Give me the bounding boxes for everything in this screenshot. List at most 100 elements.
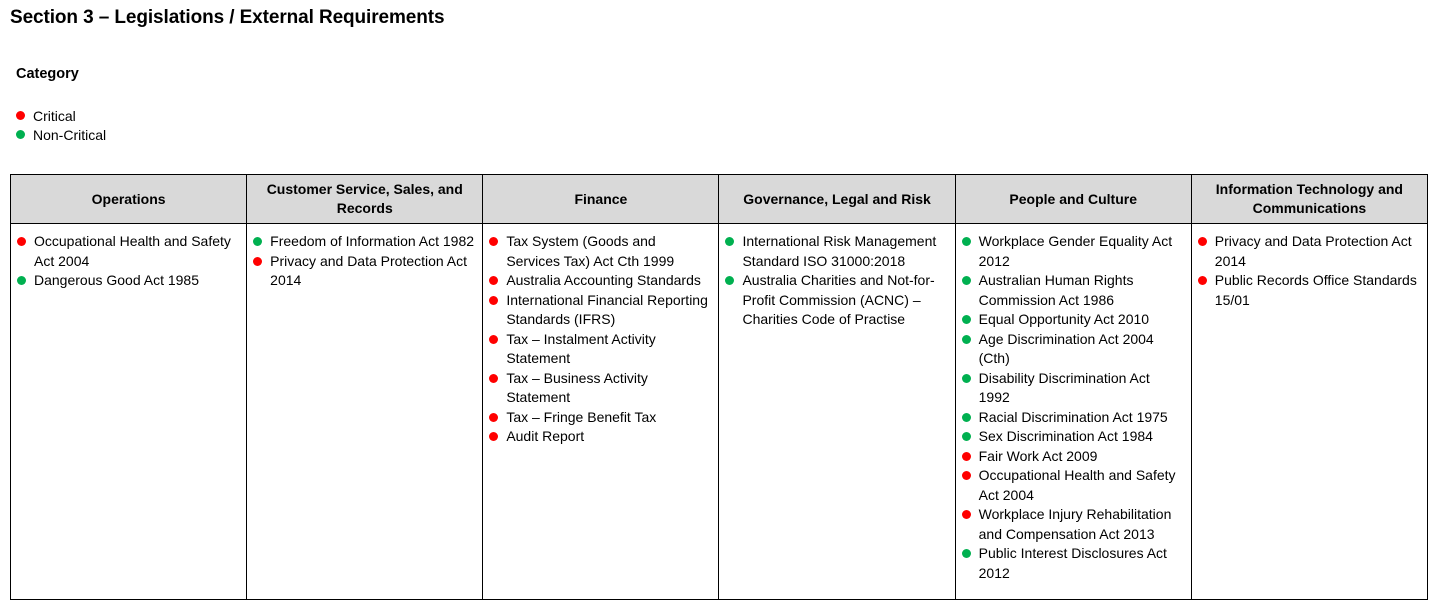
legislation-item: Australia Charities and Not-for-Profit C… bbox=[725, 271, 948, 330]
cell-governance: International Risk Management Standard I… bbox=[718, 223, 956, 600]
legislation-text: Fair Work Act 2009 bbox=[978, 447, 1098, 464]
legend-item-critical: Critical bbox=[16, 106, 106, 125]
legislation-text: Tax – Instalment Activity Statement bbox=[506, 330, 656, 367]
column-header-it-communications: Information Technology and Communication… bbox=[1190, 174, 1429, 224]
green-dot-icon bbox=[961, 334, 971, 344]
items-row: Occupational Health and Safety Act 2004 D… bbox=[9, 223, 1429, 600]
legislation-text: Tax System (Goods and Services Tax) Act … bbox=[506, 233, 675, 269]
red-dot-icon bbox=[489, 334, 499, 344]
legislation-text: Audit Report bbox=[506, 428, 585, 444]
legislation-text: Tax – Fringe Benefit Tax bbox=[506, 408, 657, 425]
legislation-text: Public Records Office Standards 15/01 bbox=[1214, 272, 1417, 308]
legislation-item: Freedom of Information Act 1982 bbox=[253, 232, 476, 252]
cell-customer-service: Freedom of Information Act 1982 Privacy a… bbox=[246, 223, 484, 600]
cell-people-culture: Workplace Gender Equality Act 2012 Austra… bbox=[954, 223, 1192, 600]
red-dot-icon bbox=[1197, 237, 1207, 246]
red-dot-icon bbox=[961, 510, 971, 519]
legislation-text: Workplace Gender Equality Act 2012 bbox=[978, 233, 1173, 269]
item-list: Occupational Health and Safety Act 2004 D… bbox=[17, 232, 240, 291]
legend-item-non-critical: Non-Critical bbox=[16, 125, 106, 144]
header-row: Operations Customer Service, Sales, and … bbox=[9, 174, 1429, 224]
legislation-text: Privacy and Data Protection Act 2014 bbox=[270, 252, 468, 289]
legislation-item: Workplace Gender Equality Act 2012 bbox=[961, 232, 1185, 271]
red-dot-icon bbox=[961, 451, 971, 461]
column-header-governance: Governance, Legal and Risk bbox=[718, 174, 956, 224]
legislation-item: Tax – Instalment Activity Statement bbox=[489, 330, 712, 369]
legislation-text: Workplace Injury Rehabilitation and Comp… bbox=[978, 506, 1172, 542]
legislation-text: International Financial Reporting Standa… bbox=[506, 291, 708, 328]
green-dot-icon bbox=[253, 237, 263, 246]
legislation-text: Occupational Health and Safety Act 2004 bbox=[978, 467, 1176, 503]
legend-label: Non-Critical bbox=[33, 126, 107, 143]
legislation-text: Australia Charities and Not-for-Profit C… bbox=[742, 272, 935, 327]
legislation-text: Freedom of Information Act 1982 bbox=[270, 233, 475, 249]
legislation-text: Occupational Health and Safety Act 2004 bbox=[34, 233, 231, 269]
legislation-item: International Financial Reporting Standa… bbox=[489, 291, 712, 330]
legislation-item: Tax – Fringe Benefit Tax bbox=[489, 408, 712, 428]
legislation-text: Age Discrimination Act 2004 (Cth) bbox=[978, 330, 1154, 367]
red-dot-icon bbox=[253, 256, 263, 266]
green-dot-icon bbox=[961, 432, 971, 441]
green-dot-icon bbox=[725, 237, 735, 246]
red-dot-icon bbox=[961, 471, 971, 480]
legislation-item: Equal Opportunity Act 2010 bbox=[961, 310, 1185, 330]
legislation-item: Tax System (Goods and Services Tax) Act … bbox=[489, 232, 712, 271]
item-list: International Risk Management Standard I… bbox=[725, 232, 948, 330]
legislation-item: Sex Discrimination Act 1984 bbox=[961, 427, 1185, 447]
column-header-operations: Operations bbox=[9, 174, 248, 224]
category-legend: Critical Non-Critical bbox=[16, 106, 106, 144]
red-dot-icon bbox=[1197, 276, 1207, 285]
legislation-text: Racial Discrimination Act 1975 bbox=[978, 408, 1168, 425]
legislation-item: Occupational Health and Safety Act 2004 bbox=[17, 232, 240, 271]
column-header-people-culture: People and Culture bbox=[954, 174, 1192, 224]
legislation-item: Australian Human Rights Commission Act 1… bbox=[961, 271, 1185, 310]
legislation-item: Occupational Health and Safety Act 2004 bbox=[961, 466, 1185, 505]
page-title: Section 3 – Legislations / External Requ… bbox=[10, 7, 445, 28]
legislation-item: Workplace Injury Rehabilitation and Comp… bbox=[961, 505, 1185, 544]
green-dot-icon bbox=[16, 130, 25, 139]
cell-finance: Tax System (Goods and Services Tax) Act … bbox=[482, 223, 720, 600]
green-dot-icon bbox=[961, 373, 971, 383]
legislation-item: Australia Accounting Standards bbox=[489, 271, 712, 291]
legislation-text: Tax – Business Activity Statement bbox=[506, 369, 648, 406]
legislation-text: Privacy and Data Protection Act 2014 bbox=[1214, 233, 1412, 269]
legislation-text: Public Interest Disclosures Act 2012 bbox=[978, 545, 1167, 581]
green-dot-icon bbox=[961, 276, 971, 285]
legislation-item: Tax – Business Activity Statement bbox=[489, 369, 712, 408]
item-list: Workplace Gender Equality Act 2012 Austra… bbox=[961, 232, 1185, 583]
legend-label: Critical bbox=[33, 107, 76, 124]
column-header-finance: Finance bbox=[482, 174, 720, 224]
red-dot-icon bbox=[489, 432, 499, 441]
legislation-item: Dangerous Good Act 1985 bbox=[17, 271, 240, 291]
legislation-text: Disability Discrimination Act 1992 bbox=[978, 369, 1150, 406]
legislation-item: Disability Discrimination Act 1992 bbox=[961, 369, 1185, 408]
legislation-item: Age Discrimination Act 2004 (Cth) bbox=[961, 330, 1185, 369]
legislation-text: Australian Human Rights Commission Act 1… bbox=[978, 272, 1134, 308]
red-dot-icon bbox=[17, 237, 26, 246]
legislation-item: Audit Report bbox=[489, 427, 712, 447]
legislation-item: Public Records Office Standards 15/01 bbox=[1197, 271, 1421, 310]
legislation-item: Public Interest Disclosures Act 2012 bbox=[961, 544, 1185, 583]
item-list: Freedom of Information Act 1982 Privacy a… bbox=[253, 232, 476, 291]
green-dot-icon bbox=[725, 276, 735, 285]
legislation-text: Dangerous Good Act 1985 bbox=[34, 272, 200, 288]
legislation-item: International Risk Management Standard I… bbox=[725, 232, 948, 271]
cell-operations: Occupational Health and Safety Act 2004 D… bbox=[9, 223, 248, 600]
legislation-text: Equal Opportunity Act 2010 bbox=[978, 311, 1150, 327]
legislation-item: Privacy and Data Protection Act 2014 bbox=[1197, 232, 1421, 271]
red-dot-icon bbox=[16, 111, 25, 120]
red-dot-icon bbox=[489, 276, 499, 285]
green-dot-icon bbox=[961, 315, 971, 324]
red-dot-icon bbox=[489, 412, 499, 422]
green-dot-icon bbox=[961, 237, 971, 246]
red-dot-icon bbox=[489, 373, 499, 383]
green-dot-icon bbox=[17, 276, 26, 285]
cell-it-communications: Privacy and Data Protection Act 2014 Publ… bbox=[1190, 223, 1429, 600]
green-dot-icon bbox=[961, 549, 971, 558]
green-dot-icon bbox=[961, 412, 971, 422]
item-list: Tax System (Goods and Services Tax) Act … bbox=[489, 232, 712, 447]
red-dot-icon bbox=[489, 295, 499, 305]
requirements-table: Operations Customer Service, Sales, and … bbox=[9, 174, 1429, 600]
legislation-item: Privacy and Data Protection Act 2014 bbox=[253, 252, 476, 291]
red-dot-icon bbox=[489, 237, 499, 246]
